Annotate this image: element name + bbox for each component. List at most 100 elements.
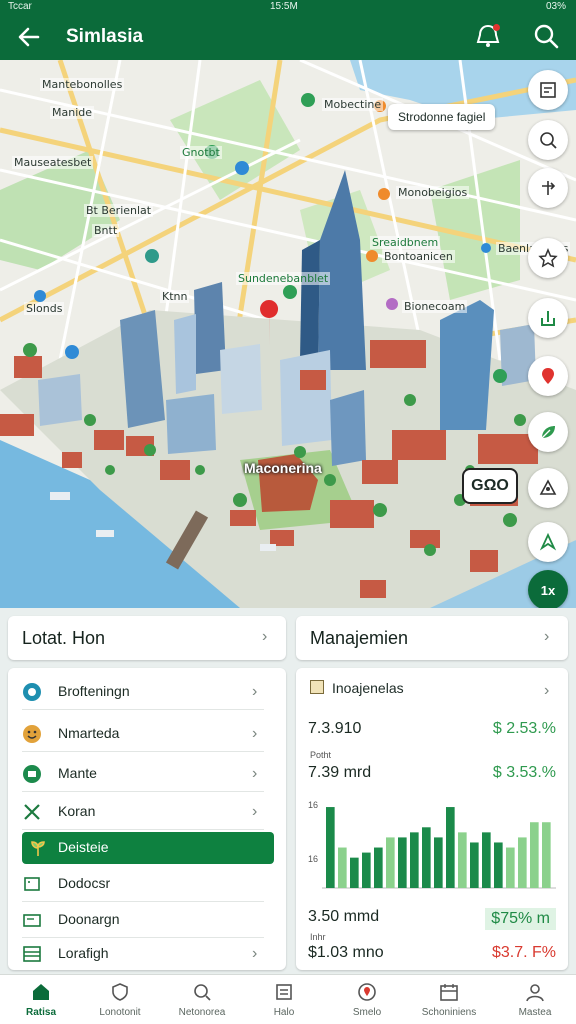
chart-bar[interactable] xyxy=(542,822,551,888)
nav-item-search[interactable]: Netonorea xyxy=(161,975,243,1024)
list-item[interactable]: Koran › xyxy=(8,794,274,830)
map-callout[interactable]: Strodonne fagiel xyxy=(388,104,496,130)
stat-row: 7.39 mrd $ 3.53.% xyxy=(308,764,556,786)
nav-label: Halo xyxy=(273,1007,295,1018)
camera-icon xyxy=(22,764,42,784)
leaf-icon[interactable] xyxy=(528,412,568,452)
chevron-right-icon: › xyxy=(252,683,258,700)
chart-bar[interactable] xyxy=(446,807,455,888)
list-item-label: Koran xyxy=(58,803,96,819)
chart-bar[interactable] xyxy=(494,842,503,888)
map-label: Bt Berienlat xyxy=(84,204,154,217)
face-icon xyxy=(22,724,42,744)
chart-bar[interactable] xyxy=(422,827,431,888)
zoom-level-button[interactable]: 1x xyxy=(528,570,568,608)
layers-icon[interactable] xyxy=(528,70,568,110)
landmark-label[interactable]: Maconerina xyxy=(244,460,322,476)
divider xyxy=(22,709,264,710)
shield-icon xyxy=(109,981,131,1003)
star-icon[interactable] xyxy=(528,238,568,278)
bar-chart: 1616 xyxy=(308,800,556,889)
chart-bar[interactable] xyxy=(338,847,347,888)
chevron-right-icon: › xyxy=(252,725,258,742)
management-header-card[interactable]: Manajemien › xyxy=(296,616,568,660)
nav-item-calendar[interactable]: Schoniniens xyxy=(408,975,490,1024)
nav-item-shield[interactable]: Lonotonit xyxy=(79,975,161,1024)
chart-bar[interactable] xyxy=(518,837,527,888)
chart-bar[interactable] xyxy=(362,852,371,888)
y-tick-label: 16 xyxy=(308,854,318,864)
list-item[interactable]: Doonargn xyxy=(8,902,274,938)
nav-label: Mastea xyxy=(518,1007,552,1018)
chevron-right-icon[interactable]: › xyxy=(544,683,554,699)
chart-bar[interactable] xyxy=(458,832,467,888)
nav-label: Smelo xyxy=(352,1007,382,1018)
stat-value: 3.50 mmd xyxy=(308,908,380,925)
route-icon[interactable] xyxy=(528,168,568,208)
stat-row: $1.03 mno $3.7. F% xyxy=(308,944,556,966)
bottom-nav: Ratisa Lonotonit Netonorea Halo Smelo Sc… xyxy=(0,974,576,1024)
chart-bar[interactable] xyxy=(482,832,491,888)
status-time: 15:5M xyxy=(270,1,298,12)
stat-caption: Potht xyxy=(310,750,332,760)
location-title: Lotat. Hon xyxy=(22,628,106,648)
chart-bar[interactable] xyxy=(506,847,515,888)
carrier-text: Tccar xyxy=(8,1,32,12)
share-icon[interactable] xyxy=(528,298,568,338)
nav-item-pin[interactable]: Smelo xyxy=(326,975,408,1024)
list-item-label: Lorafigh xyxy=(58,945,109,961)
list-item-label: Nmarteda xyxy=(58,725,120,741)
chart-bar[interactable] xyxy=(434,837,443,888)
stat-change: $ 2.53.% xyxy=(492,720,556,737)
chart-bar[interactable] xyxy=(398,837,407,888)
app-bar: Simlasia xyxy=(0,14,576,60)
map-base xyxy=(0,60,576,608)
map-label: Sundenebanblet xyxy=(236,272,331,285)
alert-icon[interactable] xyxy=(474,22,502,50)
list-item-label: Deisteie xyxy=(58,839,109,855)
list-item-active[interactable]: Deisteie xyxy=(22,832,274,864)
management-title: Manajemien xyxy=(310,628,409,648)
list-item[interactable]: Mante › xyxy=(8,756,274,792)
list-item[interactable]: Dodocsr xyxy=(8,866,274,902)
navigate-icon[interactable] xyxy=(528,522,568,562)
management-header[interactable]: Inoajenelas xyxy=(332,680,404,696)
home-icon xyxy=(30,981,52,1003)
city-map[interactable]: Mantebonolles Manide Mauseatesbet Mobect… xyxy=(0,60,576,608)
chart-bar[interactable] xyxy=(386,837,395,888)
compass-icon[interactable] xyxy=(528,468,568,508)
divider xyxy=(22,751,264,752)
pin-icon[interactable] xyxy=(528,356,568,396)
chart-bar[interactable] xyxy=(530,822,539,888)
location-list: Brofteningn › Nmarteda › Mante › Koran ›… xyxy=(8,668,286,970)
zoom-icon[interactable] xyxy=(528,120,568,160)
chart-bar[interactable] xyxy=(470,842,479,888)
card-icon xyxy=(22,874,42,894)
nav-item-user[interactable]: Mastea xyxy=(494,975,576,1024)
nav-item-list[interactable]: Halo xyxy=(243,975,325,1024)
search-icon xyxy=(191,981,213,1003)
divider xyxy=(22,791,264,792)
chart-bar[interactable] xyxy=(374,847,383,888)
chevron-right-icon: › xyxy=(252,803,258,820)
stat-row: 3.50 mmd $75% m xyxy=(308,908,556,930)
map-label: Mauseatesbet xyxy=(12,156,94,169)
nav-item-home[interactable]: Ratisa xyxy=(0,975,82,1024)
location-header-card[interactable]: Lotat. Hon › xyxy=(8,616,286,660)
chart-bar[interactable] xyxy=(326,807,335,888)
map-badge[interactable]: GΩO xyxy=(462,468,518,504)
folder-icon xyxy=(310,680,324,694)
plant-icon xyxy=(28,838,48,858)
nav-label: Ratisa xyxy=(25,1007,56,1018)
arrow-left-icon[interactable] xyxy=(14,22,44,52)
search-icon[interactable] xyxy=(532,22,560,50)
list-item[interactable]: Lorafigh › xyxy=(8,936,274,972)
page-title: Simlasia xyxy=(66,26,144,47)
list-item[interactable]: Nmarteda › xyxy=(8,716,274,752)
stat-change: $3.7. F% xyxy=(491,944,556,961)
chart-bar[interactable] xyxy=(410,832,419,888)
map-label: Bontoanicen xyxy=(382,250,455,263)
chart-bar[interactable] xyxy=(350,857,359,888)
list-item[interactable]: Brofteningn › xyxy=(8,674,274,710)
stat-value: 7.3.910 xyxy=(308,720,362,737)
